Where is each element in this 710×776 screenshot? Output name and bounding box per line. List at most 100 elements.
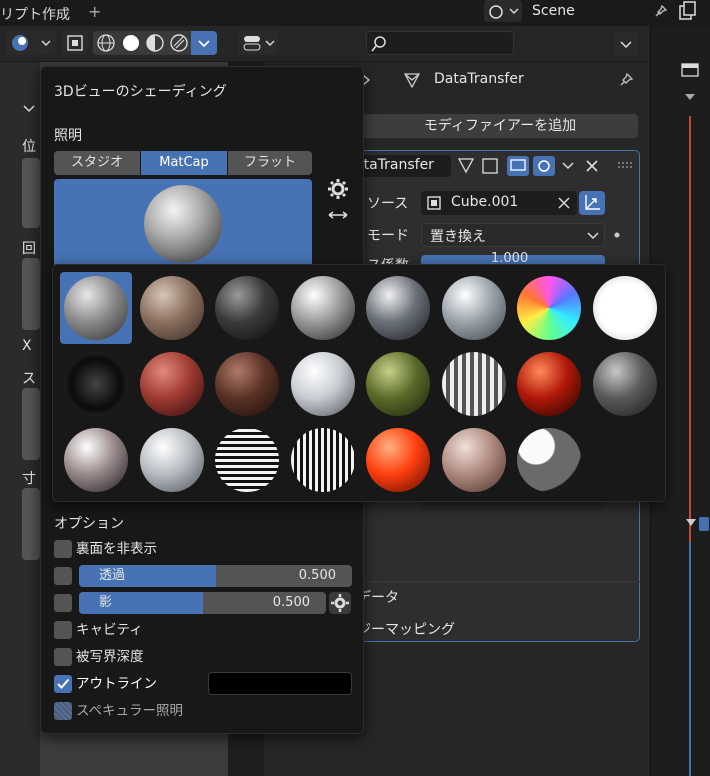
matcap-pearl[interactable] bbox=[136, 424, 208, 496]
matcap-sphere bbox=[290, 352, 355, 416]
modifier-name-field[interactable]: ataTransfer bbox=[355, 155, 451, 177]
matcap-preferences-icons[interactable] bbox=[325, 177, 351, 227]
popover-title: 3Dビューのシェーディング bbox=[54, 84, 227, 100]
source-object-field[interactable]: Cube.001 bbox=[421, 191, 577, 215]
matcap-preview[interactable] bbox=[54, 179, 312, 271]
matcap-reflection_check_vertical[interactable] bbox=[287, 424, 359, 496]
location-fields[interactable] bbox=[22, 158, 40, 228]
outline-label: アウトライン bbox=[76, 676, 157, 692]
add-modifier-button[interactable]: モディファイアーを追加 bbox=[362, 114, 638, 138]
xray-alpha-slider[interactable]: 透過 0.500 bbox=[79, 565, 352, 587]
matcap-metal_shiny[interactable] bbox=[60, 424, 132, 496]
scene-icon bbox=[489, 5, 519, 19]
modifier-wrench-icon bbox=[403, 73, 421, 89]
shadow-intensity-slider[interactable]: 影 0.500 bbox=[79, 592, 326, 614]
matcap-ceramic_dark[interactable] bbox=[362, 272, 434, 344]
pin-icon[interactable] bbox=[616, 70, 636, 90]
xray-checkbox[interactable] bbox=[54, 567, 72, 585]
wireframe-shading-icon[interactable] bbox=[93, 31, 119, 55]
lighting-studio-button[interactable]: スタジオ bbox=[54, 151, 140, 175]
matcap-sphere bbox=[517, 276, 581, 340]
matcap-sphere bbox=[441, 352, 506, 416]
options-dropdown[interactable] bbox=[614, 33, 638, 55]
matcap-clay_muddy[interactable] bbox=[211, 348, 283, 420]
matcap-ceramic_lightbulb[interactable] bbox=[438, 272, 510, 344]
collection-line bbox=[689, 542, 691, 776]
matcap-toon[interactable] bbox=[513, 424, 585, 496]
matcap-check_normal[interactable] bbox=[513, 272, 585, 344]
matcap-metal_lead[interactable] bbox=[589, 348, 661, 420]
pin-icon[interactable] bbox=[650, 2, 670, 22]
matcap-sphere bbox=[441, 428, 506, 492]
outline-color-swatch[interactable] bbox=[208, 672, 352, 695]
matcap-resin[interactable] bbox=[362, 424, 434, 496]
matcap-sphere bbox=[290, 276, 355, 340]
matcap-jade[interactable] bbox=[362, 348, 434, 420]
transform-icon bbox=[585, 195, 600, 210]
rotation-mode-label[interactable]: X bbox=[22, 338, 32, 354]
matcap-clay_brown[interactable] bbox=[136, 348, 208, 420]
rendered-shading-icon[interactable] bbox=[167, 31, 191, 55]
modifier-name-text: ataTransfer bbox=[355, 157, 434, 173]
workspace-tab[interactable]: リプト作成 bbox=[0, 4, 70, 24]
modifier-toggle-icons[interactable] bbox=[455, 155, 585, 177]
matcap-skin[interactable] bbox=[438, 424, 510, 496]
expand-icon[interactable] bbox=[683, 514, 709, 534]
chevron-down-icon bbox=[587, 232, 599, 240]
add-modifier-label: モディファイアーを追加 bbox=[423, 118, 577, 134]
chevron-down-icon[interactable] bbox=[22, 102, 36, 116]
breadcrumb-object: DataTransfer bbox=[434, 71, 524, 87]
shading-popover-button[interactable] bbox=[191, 31, 217, 55]
source-label: ソース bbox=[367, 196, 409, 212]
matcap-basic_1[interactable] bbox=[60, 272, 132, 344]
specular-lighting-checkbox[interactable] bbox=[54, 702, 72, 720]
matcap-basic_side[interactable] bbox=[287, 272, 359, 344]
mode-dropdown[interactable]: 置き換え bbox=[421, 223, 605, 247]
shadow-settings-button[interactable] bbox=[329, 592, 351, 614]
source-object-name: Cube.001 bbox=[451, 194, 519, 210]
location-label: 位 bbox=[22, 139, 36, 155]
matcap-clay_studio[interactable] bbox=[287, 348, 359, 420]
flip-icon bbox=[328, 211, 348, 219]
display-mode-selector[interactable] bbox=[238, 31, 278, 55]
topology-mapping-section[interactable]: ジーマッピング bbox=[357, 619, 455, 639]
matcap-sphere bbox=[366, 352, 430, 416]
matcap-sphere bbox=[215, 276, 279, 340]
keyframe-dot-icon[interactable] bbox=[613, 231, 621, 239]
matcap-basic_2[interactable] bbox=[136, 272, 208, 344]
add-workspace-button[interactable]: + bbox=[88, 2, 101, 21]
divider bbox=[351, 581, 641, 582]
scale-fields[interactable] bbox=[22, 388, 40, 460]
matcap-check_rim_light[interactable] bbox=[589, 272, 661, 344]
overlay-icon bbox=[12, 35, 51, 51]
scene-name[interactable]: Scene bbox=[532, 3, 575, 19]
backface-culling-checkbox[interactable] bbox=[54, 540, 72, 558]
rotation-fields[interactable] bbox=[22, 258, 40, 330]
solid-shading-icon[interactable] bbox=[119, 31, 143, 55]
scene-selector[interactable] bbox=[484, 0, 522, 22]
clear-icon[interactable] bbox=[557, 196, 571, 210]
dimensions-fields[interactable] bbox=[22, 488, 40, 560]
matcap-check_rim_dark[interactable] bbox=[60, 348, 132, 420]
object-transform-toggle[interactable] bbox=[579, 191, 605, 215]
matcap-basic_dark[interactable] bbox=[211, 272, 283, 344]
xray-toggle[interactable] bbox=[62, 31, 88, 55]
overlay-selector[interactable] bbox=[6, 31, 56, 55]
matcap-metal_anisotropic[interactable] bbox=[438, 348, 510, 420]
new-scene-icon[interactable] bbox=[676, 0, 698, 22]
gear-icon bbox=[328, 179, 348, 199]
depth-of-field-checkbox[interactable] bbox=[54, 648, 72, 666]
matcap-sphere bbox=[64, 428, 128, 492]
lighting-flat-button[interactable]: フラット bbox=[228, 151, 312, 175]
shadow-checkbox[interactable] bbox=[54, 594, 72, 612]
properties-search-input[interactable] bbox=[366, 31, 514, 55]
matcap-metal_carpaint[interactable] bbox=[513, 348, 585, 420]
lighting-matcap-button[interactable]: MatCap bbox=[141, 151, 227, 175]
cavity-checkbox[interactable] bbox=[54, 621, 72, 639]
material-shading-icon[interactable] bbox=[143, 31, 167, 55]
matcap-reflection_check_horizontal[interactable] bbox=[211, 424, 283, 496]
chevron-down-icon bbox=[198, 40, 210, 48]
outline-checkbox[interactable] bbox=[54, 675, 72, 693]
close-icon[interactable] bbox=[583, 157, 601, 175]
drag-handle-icon[interactable] bbox=[617, 161, 635, 171]
